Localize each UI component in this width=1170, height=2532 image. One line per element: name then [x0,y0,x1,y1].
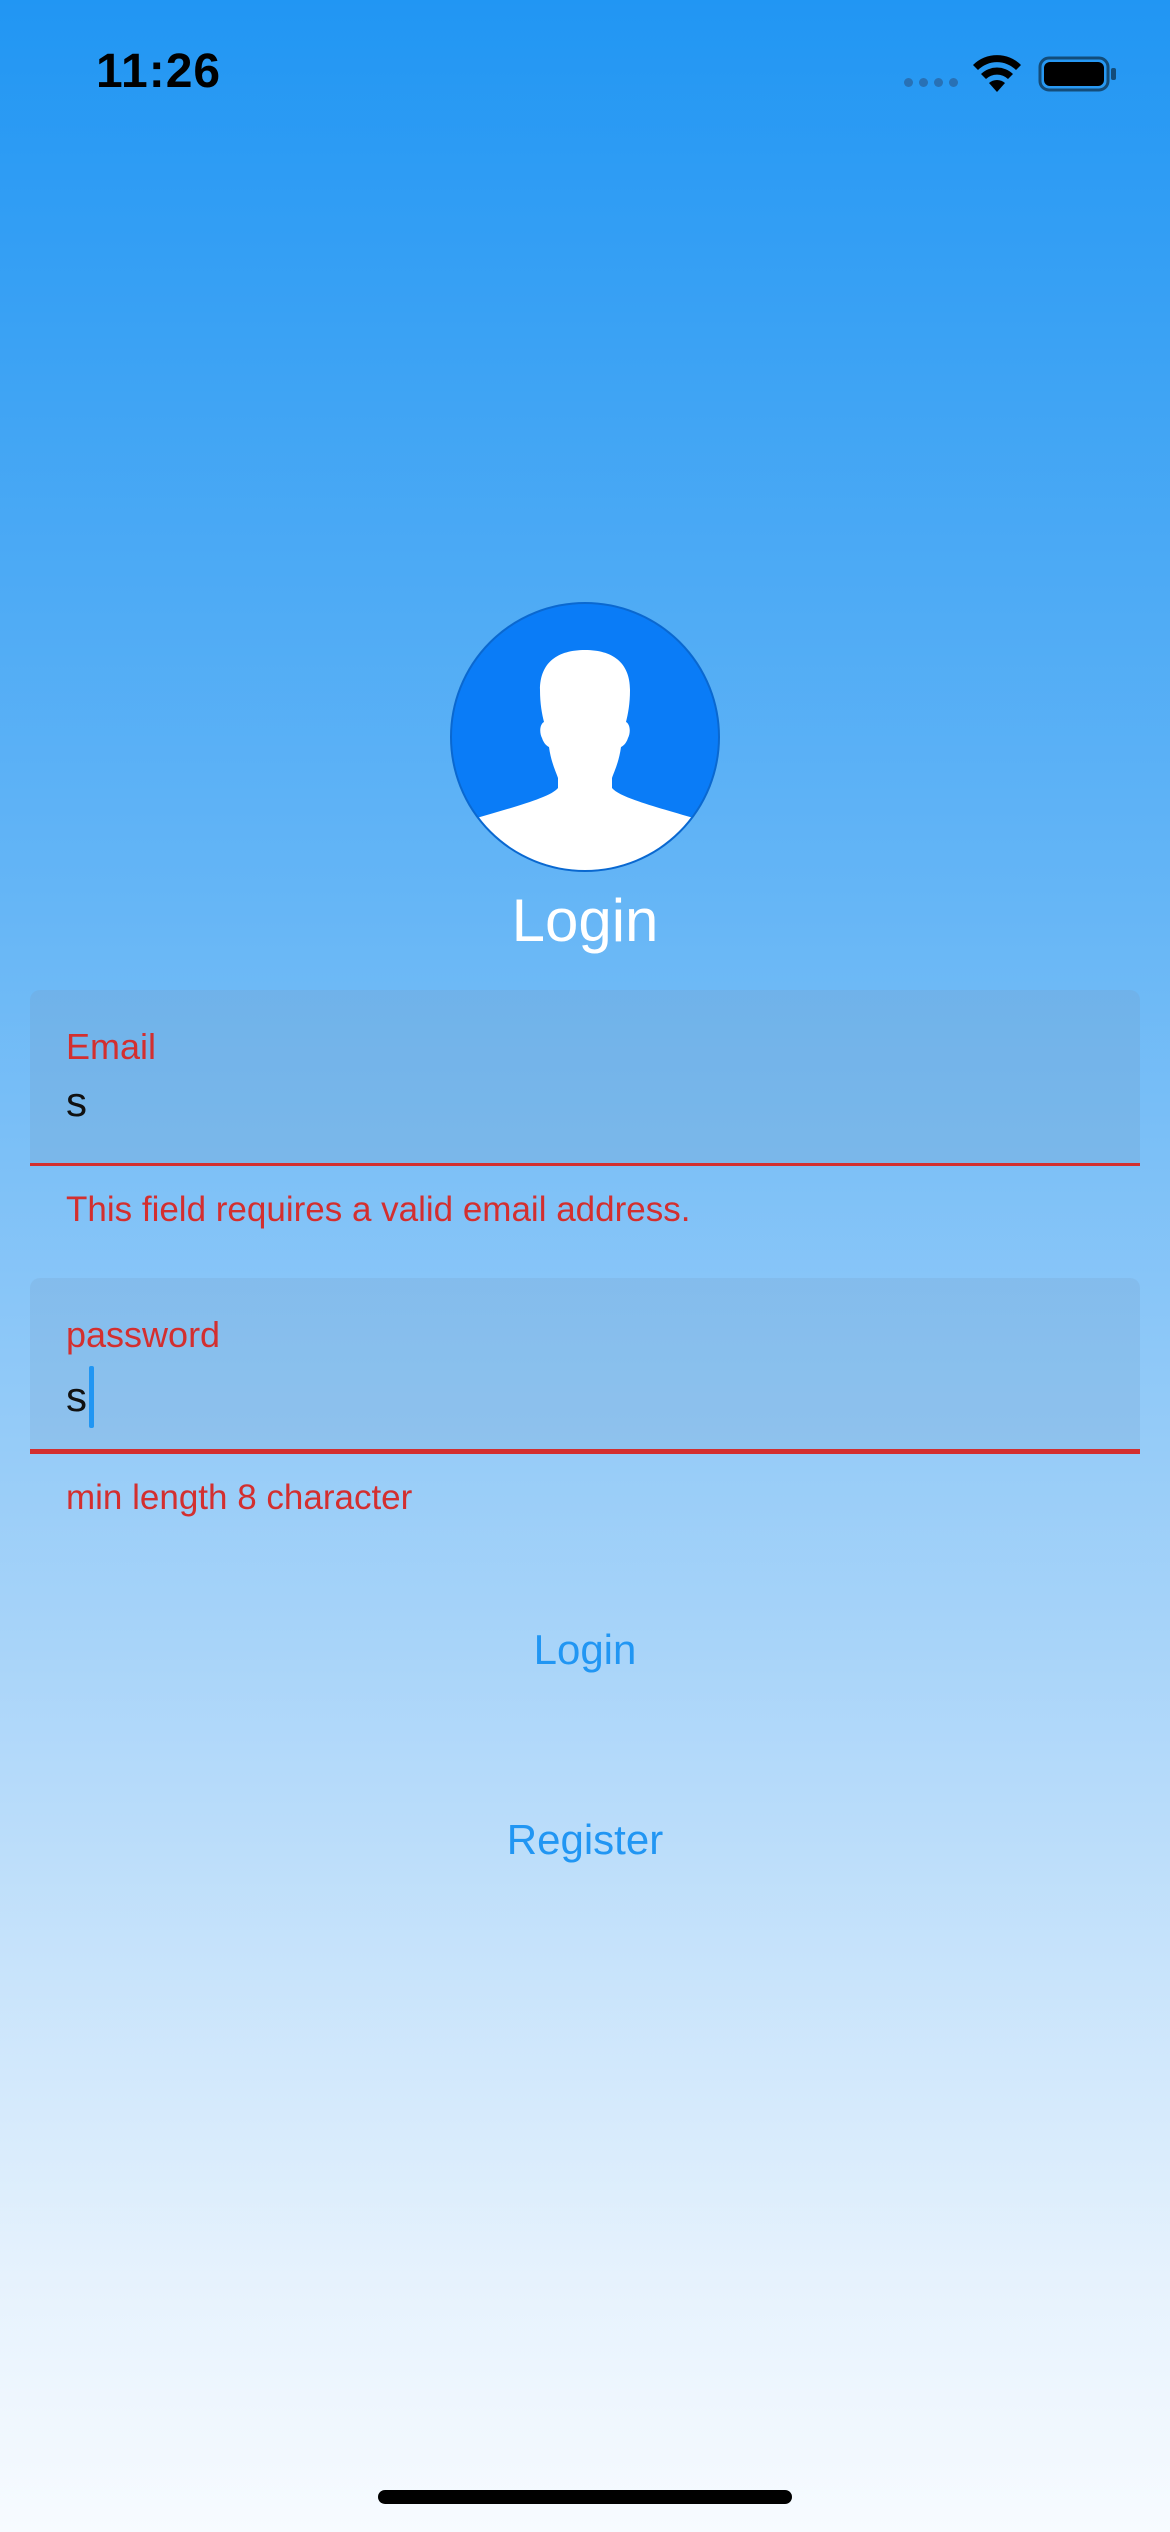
login-button[interactable]: Login [385,1600,785,1700]
text-cursor [89,1366,94,1428]
signal-icon [904,78,960,90]
status-time: 11:26 [96,45,222,98]
status-bar: 11:26 [0,0,1170,150]
password-field-label: password [66,1314,221,1355]
wifi-icon [973,55,1021,92]
user-silhouette-icon [450,602,720,872]
email-input-value: s [66,1078,87,1125]
email-field[interactable]: Email s [30,990,1140,1166]
password-input[interactable]: s [66,1366,94,1428]
battery-icon [1038,56,1116,92]
email-input[interactable]: s [66,1078,87,1126]
email-error-message: This field requires a valid email addres… [66,1190,691,1229]
page-title: Login [511,887,659,954]
password-field[interactable]: password s [30,1278,1140,1454]
password-error-message: min length 8 character [66,1478,413,1517]
password-input-value: s [66,1373,87,1420]
home-indicator[interactable] [378,2490,792,2504]
email-field-label: Email [66,1026,157,1067]
register-button[interactable]: Register [385,1790,785,1890]
